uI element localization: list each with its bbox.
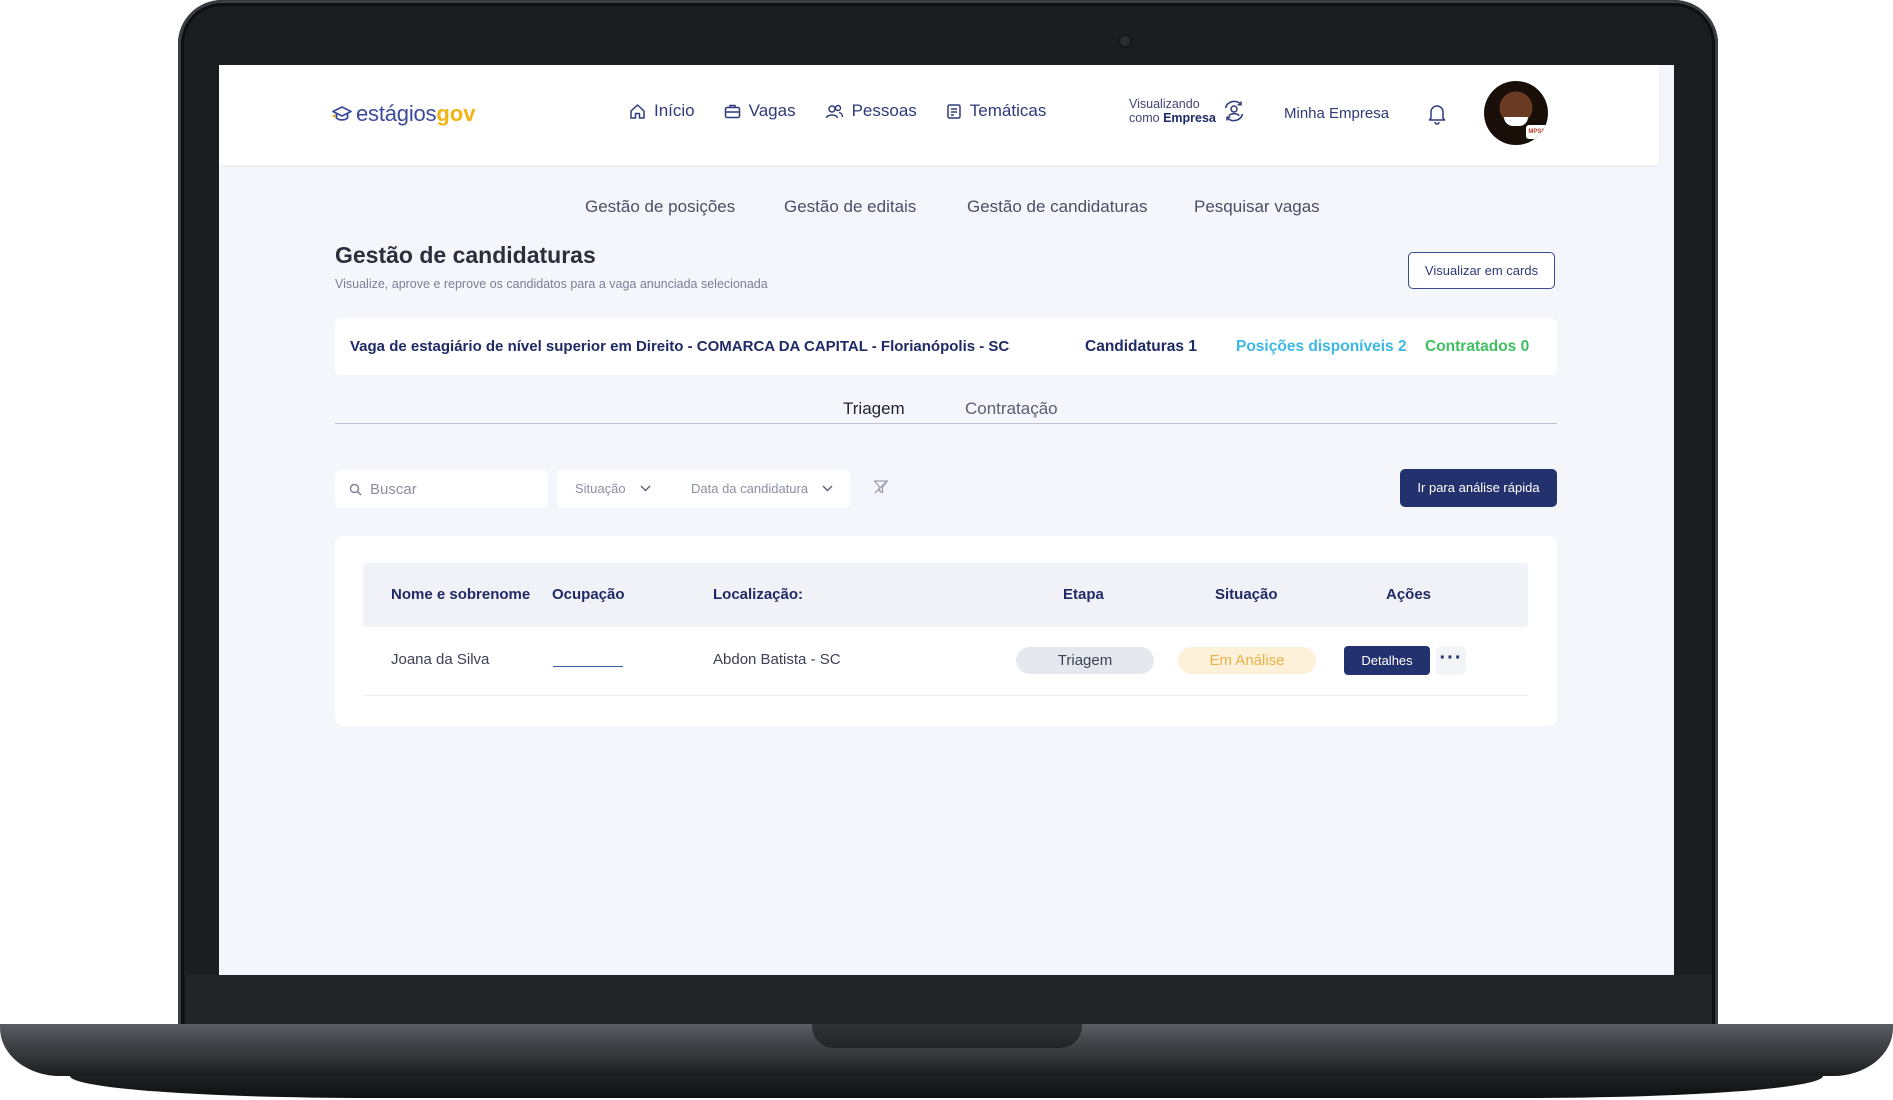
viewing-as-toggle[interactable]: Visualizando como Empresa: [1129, 97, 1246, 125]
cell-ocupacao: [553, 666, 623, 667]
logo[interactable]: estágios gov: [332, 101, 475, 127]
col-nome: Nome e sobrenome: [391, 586, 531, 603]
nav-item-pessoas[interactable]: Pessoas: [825, 101, 917, 121]
avatar-badge: MPSC: [1526, 125, 1548, 139]
nav-item-label: Início: [654, 101, 695, 120]
tab-contratacao[interactable]: Contratação: [965, 399, 1058, 419]
view-cards-button[interactable]: Visualizar em cards: [1408, 252, 1555, 289]
nav-item-label: Pessoas: [851, 101, 917, 120]
situacao-select-label: Situação: [575, 481, 626, 496]
chevron-down-icon: [822, 485, 833, 492]
cell-localizacao: Abdon Batista - SC: [713, 651, 841, 668]
screen: estágios gov Início Vagas Pessoas Temáti…: [219, 65, 1674, 975]
nav-item-label: Vagas: [748, 101, 796, 120]
data-select-label: Data da candidatura: [691, 481, 809, 496]
briefcase-icon: [724, 104, 740, 118]
posicoes-count: Posições disponíveis 2: [1236, 338, 1407, 355]
filter-group: Situação Data da candidatura: [557, 470, 850, 508]
table-header: Nome e sobrenome Ocupação Localização: E…: [363, 563, 1528, 627]
search-input[interactable]: Buscar: [335, 470, 548, 508]
document-icon: [947, 103, 961, 119]
switch-user-icon: [1224, 100, 1244, 122]
laptop-chin: [186, 975, 1712, 1027]
subnav-gestao-candidaturas[interactable]: Gestão de candidaturas: [967, 197, 1148, 217]
page-title: Gestão de candidaturas: [335, 242, 596, 268]
company-name[interactable]: Minha Empresa: [1284, 105, 1389, 122]
logo-text-estagios: estágios: [356, 101, 437, 126]
col-acoes: Ações: [1386, 586, 1432, 603]
col-ocupacao: Ocupação: [552, 586, 625, 603]
main-nav: Início Vagas Pessoas Temáticas: [629, 101, 1075, 121]
home-icon: [630, 103, 645, 119]
status-badge: Em Análise: [1178, 647, 1316, 674]
logo-text-gov: gov: [436, 101, 476, 126]
camera-icon: [1120, 36, 1130, 46]
candidates-table: Nome e sobrenome Ocupação Localização: E…: [335, 536, 1557, 726]
col-situacao: Situação: [1215, 586, 1278, 603]
contratados-count: Contratados 0: [1425, 338, 1530, 355]
graduation-cap-icon: [332, 106, 352, 121]
nav-item-tematicas[interactable]: Temáticas: [946, 101, 1047, 121]
viewing-role: Empresa: [1163, 111, 1216, 125]
page-subtitle: Visualize, aprove e reprove os candidato…: [335, 277, 768, 291]
people-icon: [825, 104, 843, 118]
top-bar: estágios gov Início Vagas Pessoas Temáti…: [219, 65, 1659, 165]
table-row: Joana da Silva Abdon Batista - SC Triage…: [363, 627, 1528, 696]
details-button[interactable]: Detalhes: [1344, 646, 1430, 675]
viewing-as-text: Visualizando como Empresa: [1129, 97, 1216, 125]
laptop-notch: [812, 1024, 1082, 1048]
subnav-gestao-posicoes[interactable]: Gestão de posições: [585, 197, 735, 217]
more-options-icon[interactable]: ···: [1436, 646, 1466, 675]
vaga-summary: Vaga de estagiário de nível superior em …: [335, 318, 1557, 375]
viewing-prefix: como: [1129, 111, 1160, 125]
clear-filter-icon[interactable]: [873, 479, 889, 500]
avatar-smile: [1504, 117, 1528, 126]
nav-item-inicio[interactable]: Início: [629, 101, 695, 121]
avatar[interactable]: MPSC: [1484, 81, 1548, 145]
etapa-badge: Triagem: [1016, 647, 1154, 674]
nav-item-label: Temáticas: [969, 101, 1047, 120]
nav-item-vagas[interactable]: Vagas: [724, 101, 796, 121]
viewing-line2: como Empresa: [1129, 111, 1216, 125]
candidaturas-count: Candidaturas 1: [1085, 338, 1197, 355]
chevron-down-icon: [640, 485, 651, 492]
cell-nome: Joana da Silva: [391, 651, 490, 668]
col-etapa: Etapa: [1063, 586, 1104, 603]
subnav-pesquisar-vagas[interactable]: Pesquisar vagas: [1194, 197, 1320, 217]
vaga-title: Vaga de estagiário de nível superior em …: [350, 338, 1010, 355]
situacao-select[interactable]: Situação: [575, 481, 651, 496]
laptop-base-shadow: [70, 1076, 1823, 1098]
search-icon: [349, 483, 362, 495]
subnav-gestao-editais[interactable]: Gestão de editais: [784, 197, 916, 217]
tabs: Triagem Contratação: [335, 395, 1557, 424]
col-localizacao: Localização:: [713, 586, 804, 603]
data-candidatura-select[interactable]: Data da candidatura: [691, 481, 833, 496]
tab-triagem[interactable]: Triagem: [843, 399, 905, 419]
viewing-line1: Visualizando: [1129, 97, 1200, 111]
bell-icon[interactable]: [1427, 103, 1447, 130]
search-placeholder: Buscar: [370, 480, 417, 498]
quick-analysis-button[interactable]: Ir para análise rápida: [1400, 469, 1557, 507]
